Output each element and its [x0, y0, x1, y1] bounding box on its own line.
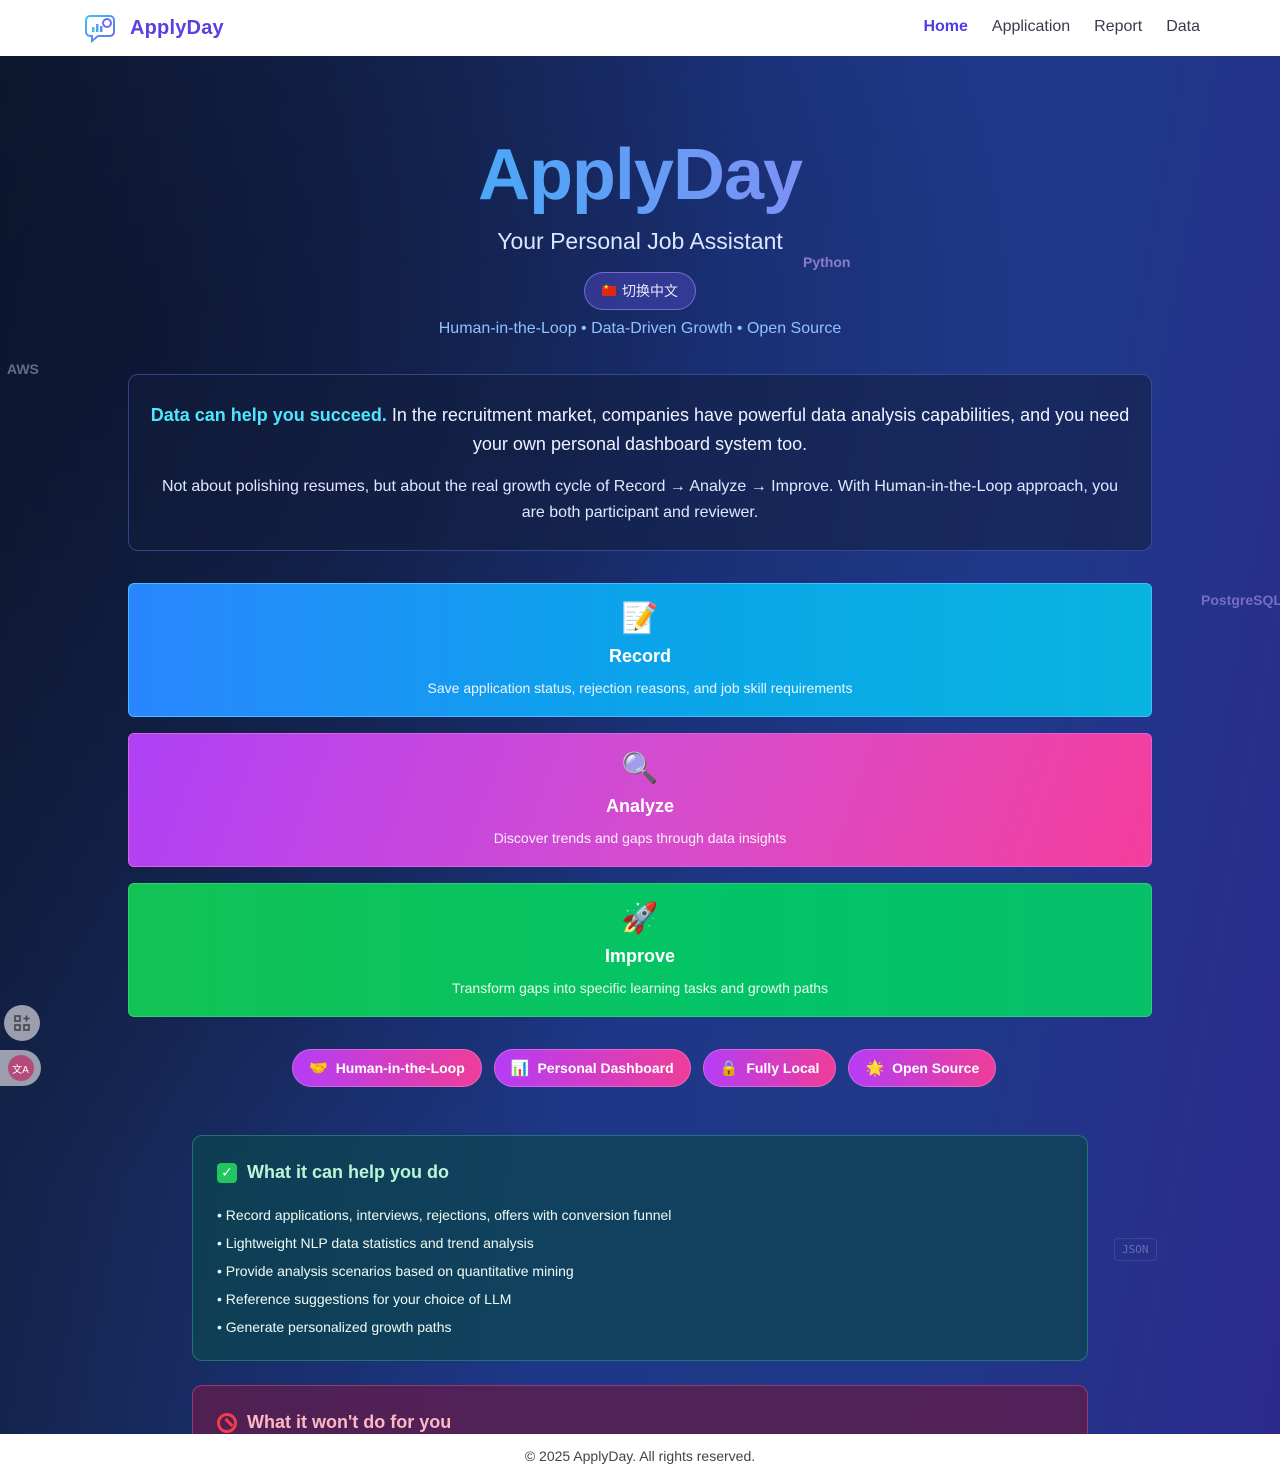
china-flag-icon [602, 283, 616, 296]
pill-fully-local: 🔒 Fully Local [702, 1049, 837, 1087]
memo-icon: 📝 [621, 602, 659, 635]
pill-open-source: 🌟 Open Source [848, 1049, 997, 1087]
hero-subtitle: Your Personal Job Assistant [497, 228, 783, 254]
hero-section: Python AWS PostgreSQL JSON ApplyDay Your… [0, 56, 1280, 1434]
brand-name: ApplyDay [130, 16, 224, 39]
chat-chart-logo-icon [85, 15, 115, 44]
wont-do-title-text: What it won't do for you [247, 1412, 452, 1432]
rocket-icon: 🚀 [621, 902, 659, 935]
step-card-improve[interactable]: 🚀 Improve Transform gaps into specific l… [128, 883, 1152, 1017]
intro-text: In the recruitment market, companies hav… [386, 405, 1130, 454]
nav-links: Home Application Report Data [923, 18, 1200, 36]
step-card-record[interactable]: 📝 Record Save application status, reject… [128, 583, 1152, 717]
prohibited-icon [217, 1412, 237, 1433]
feature-pills: 🤝 Human-in-the-Loop 📊 Personal Dashboard… [292, 1049, 997, 1087]
intro-highlight: Data can help you succeed. [150, 405, 387, 425]
pill-label: Open Source [892, 1060, 980, 1076]
intro-secondary-text: Not about polishing resumes, but about t… [161, 478, 1119, 521]
nav-link-data[interactable]: Data [1166, 18, 1200, 36]
step-card-analyze[interactable]: 🔍 Analyze Discover trends and gaps throu… [128, 733, 1152, 867]
language-toggle-label: 切换中文 [622, 283, 678, 299]
brand-link[interactable]: ApplyDay [84, 12, 224, 44]
language-toggle-button[interactable]: 切换中文 [584, 272, 696, 310]
list-item: • Generate personalized growth paths [217, 1319, 452, 1335]
step-description: Discover trends and gaps through data in… [493, 830, 787, 846]
nav-link-application[interactable]: Application [992, 18, 1070, 36]
step-title: Analyze [605, 796, 675, 816]
list-item: • Reference suggestions for your choice … [217, 1291, 512, 1307]
step-title: Improve [604, 946, 676, 966]
can-do-panel: ✓ What it can help you do • Record appli… [192, 1135, 1088, 1361]
magnifier-icon: 🔍 [621, 752, 659, 785]
check-mark-icon: ✓ [217, 1162, 237, 1183]
lock-icon: 🔒 [719, 1060, 739, 1077]
list-item: • Record applications, interviews, rejec… [217, 1207, 672, 1223]
pill-label: Fully Local [746, 1060, 820, 1076]
widget-toolbox-button[interactable] [4, 1005, 40, 1041]
floating-tag-python: Python [803, 254, 851, 270]
floating-tag-postgresql: PostgreSQL [1201, 592, 1280, 608]
can-do-title-text: What it can help you do [247, 1162, 449, 1182]
nav-link-report[interactable]: Report [1094, 18, 1142, 36]
pill-human-in-the-loop: 🤝 Human-in-the-Loop [292, 1049, 482, 1087]
pill-label: Personal Dashboard [537, 1060, 674, 1076]
list-item: • Provide analysis scenarios based on qu… [217, 1263, 574, 1279]
floating-tag-aws: AWS [7, 361, 39, 377]
translate-icon: 文A [7, 1055, 34, 1081]
hero-title: ApplyDay [0, 134, 1280, 216]
intro-card: Data can help you succeed. In the recrui… [128, 374, 1152, 551]
can-do-list: • Record applications, interviews, rejec… [217, 1201, 1063, 1341]
wont-do-title: What it won't do for you [217, 1412, 1063, 1433]
intro-paragraph: Data can help you succeed. In the recrui… [149, 401, 1131, 459]
top-navbar: ApplyDay Home Application Report Data [0, 0, 1280, 56]
can-do-title: ✓ What it can help you do [217, 1162, 1063, 1183]
hero-tagline: Human-in-the-Loop • Data-Driven Growth •… [438, 320, 842, 337]
wont-do-panel: What it won't do for you [192, 1385, 1088, 1434]
step-description: Save application status, rejection reaso… [427, 680, 853, 696]
step-title: Record [608, 646, 671, 666]
pill-label: Human-in-the-Loop [335, 1060, 465, 1076]
translate-button[interactable]: 文A [0, 1050, 41, 1086]
floating-tag-json: JSON [1114, 1238, 1157, 1261]
handshake-icon: 🤝 [309, 1060, 328, 1077]
star-icon: 🌟 [865, 1060, 885, 1077]
nav-link-home[interactable]: Home [923, 18, 967, 36]
bar-chart-icon: 📊 [510, 1060, 530, 1077]
pill-personal-dashboard: 📊 Personal Dashboard [493, 1049, 691, 1087]
step-description: Transform gaps into specific learning ta… [451, 980, 829, 996]
footer: © 2025 ApplyDay. All rights reserved. [0, 1434, 1280, 1478]
list-item: • Lightweight NLP data statistics and tr… [217, 1235, 534, 1251]
grid-plus-icon [14, 1015, 30, 1031]
